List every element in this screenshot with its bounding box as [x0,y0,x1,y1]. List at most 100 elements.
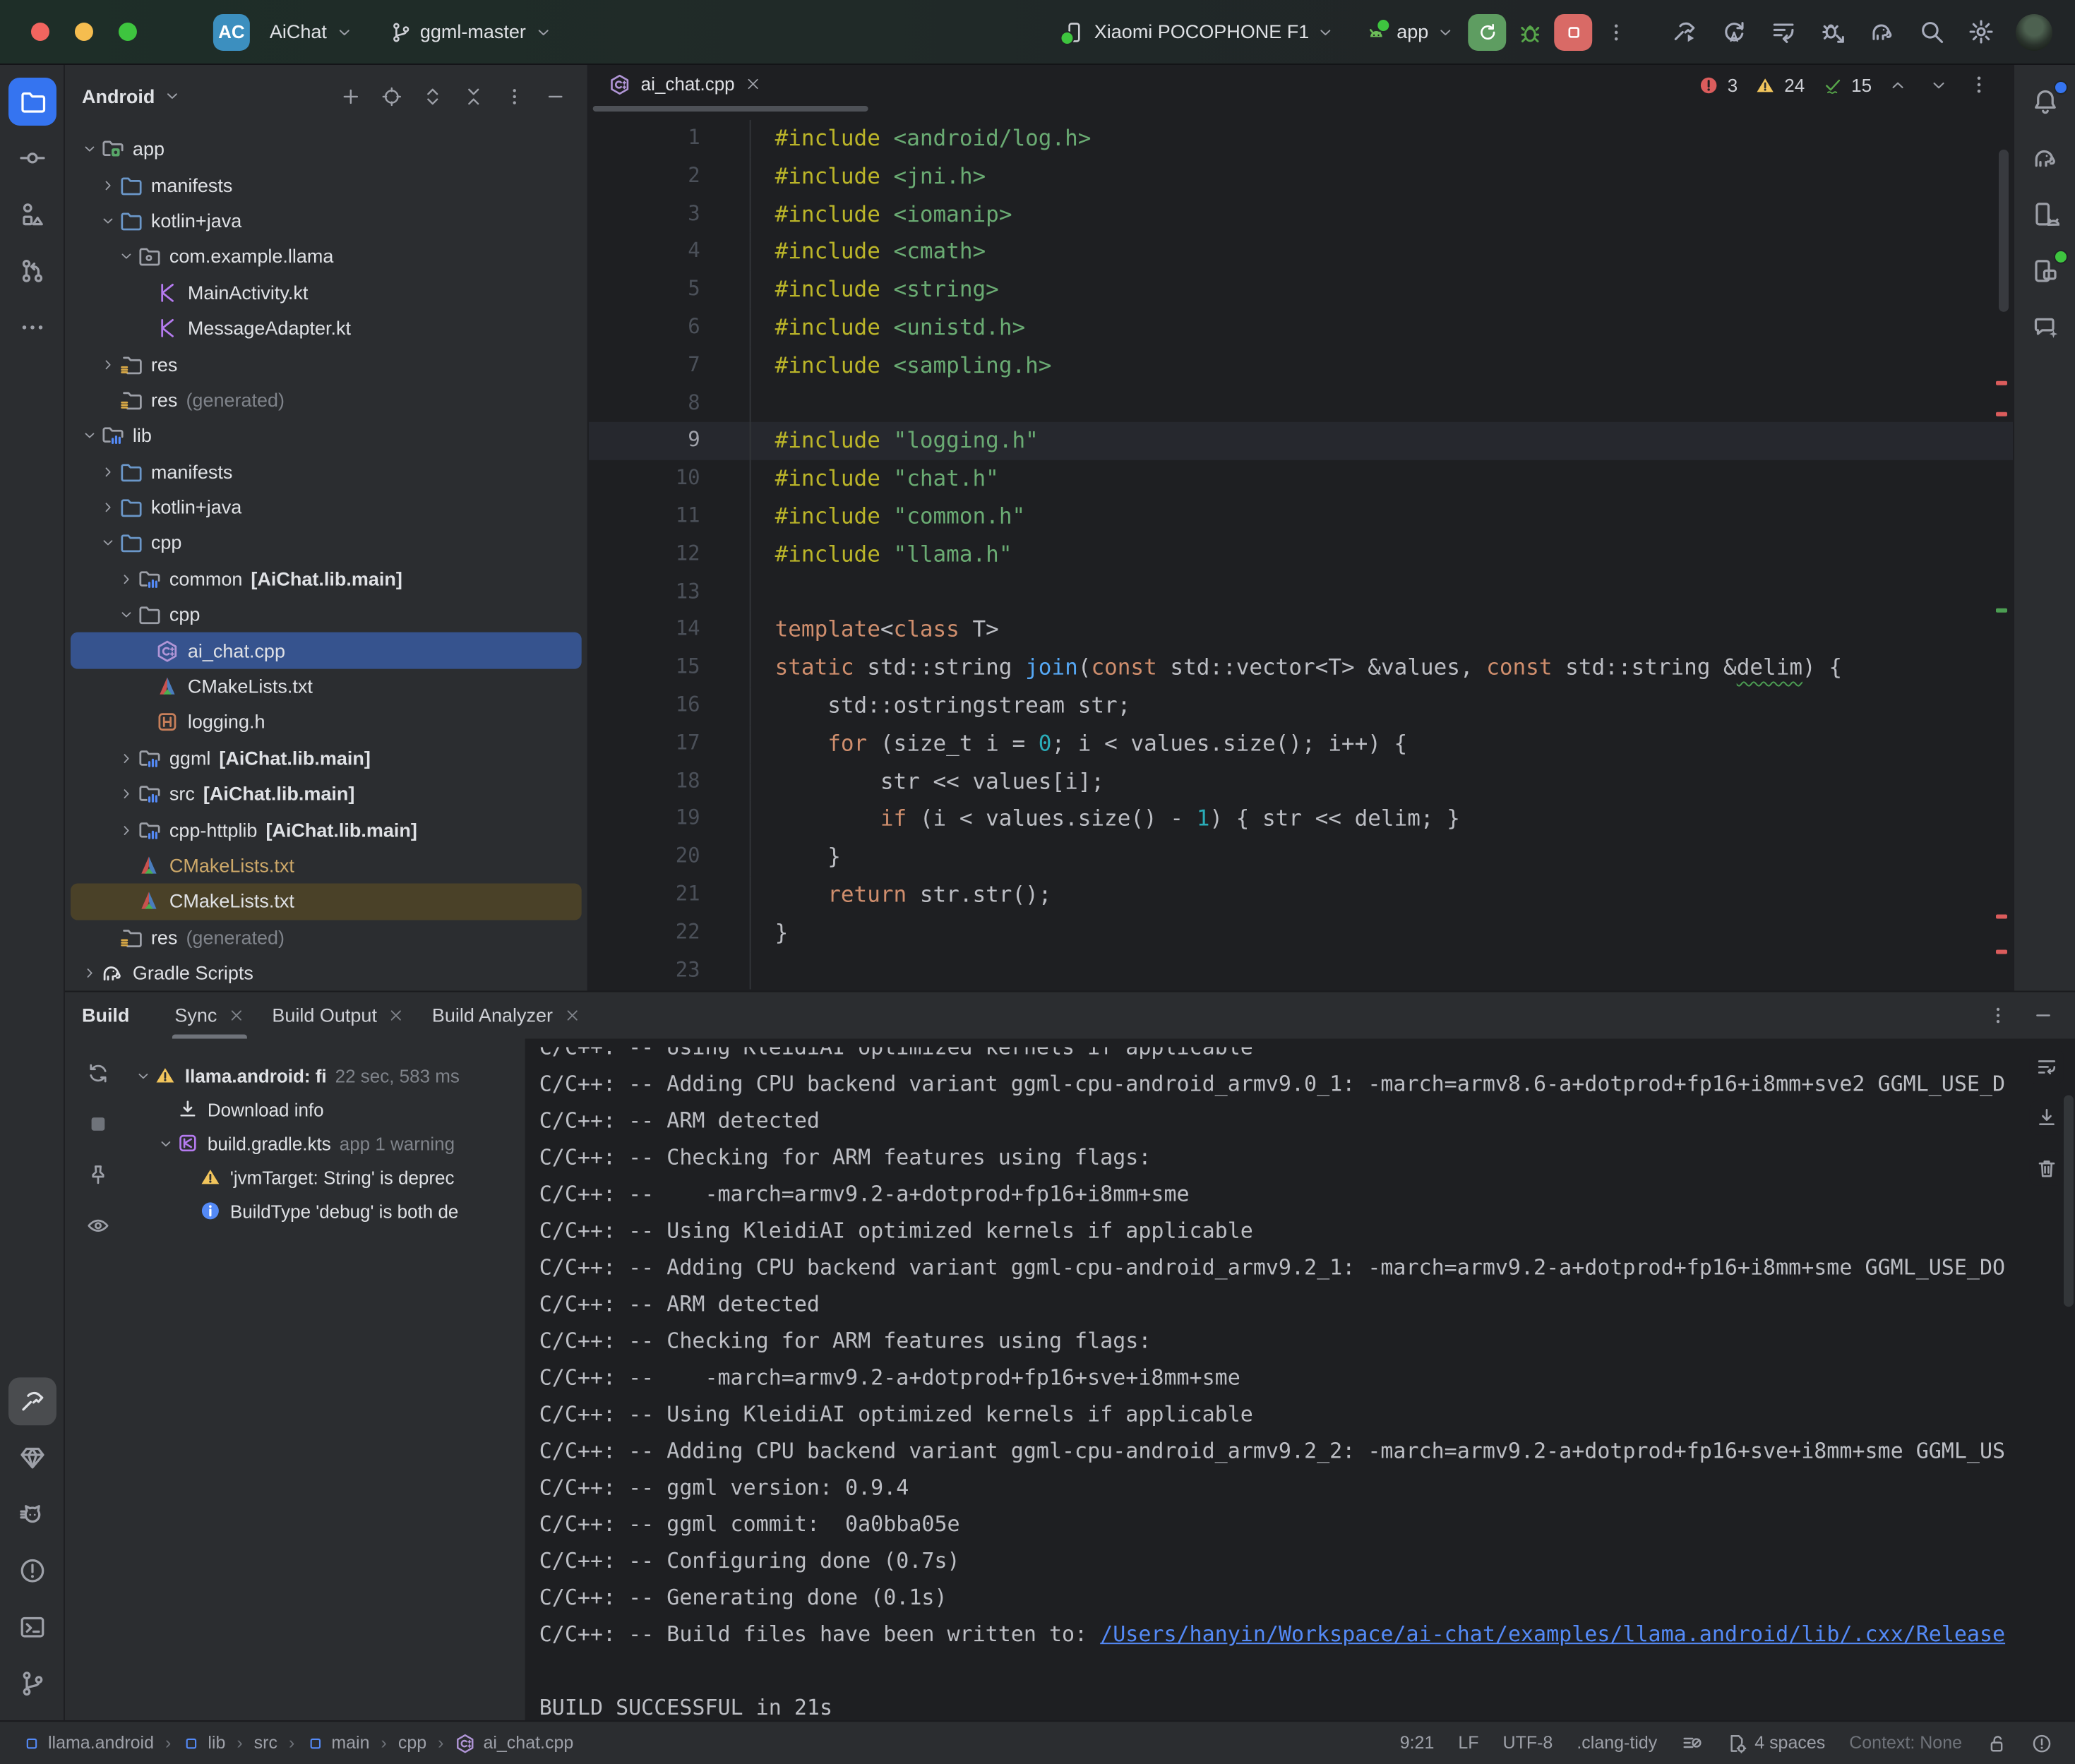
options-menu-button[interactable] [498,80,530,112]
collapse-arrow[interactable] [97,203,119,239]
notifications-button[interactable] [2021,78,2069,126]
code-line-7[interactable]: 7#include <sampling.h> [589,347,2013,385]
collapse-all-button[interactable] [458,80,489,112]
cursor-position[interactable]: 9:21 [1400,1733,1435,1753]
project-tool-button[interactable] [8,78,56,126]
add-button[interactable] [335,80,366,112]
expand-arrow[interactable] [97,347,119,383]
build-tree-item-jvmtarget-string-is-deprec[interactable]: 'jvmTarget: String' is deprec [130,1160,525,1194]
more-tool-windows-button[interactable] [8,304,56,352]
code-line-1[interactable]: 1#include <android/log.h> [589,120,2013,158]
expand-arrow[interactable] [116,740,137,776]
filter-messages-button[interactable] [78,1205,117,1244]
code-line-2[interactable]: 2#include <jni.h> [589,158,2013,196]
tree-item-cpp-httplib[interactable]: cpp-httplib[AiChat.lib.main] [71,812,582,848]
code-line-13[interactable]: 13 [589,574,2013,612]
debug-button[interactable] [1512,13,1548,50]
expand-arrow[interactable] [97,167,119,203]
structure-tool-button[interactable] [8,191,56,239]
code-line-4[interactable]: 4#include <cmath> [589,234,2013,272]
code-line-12[interactable]: 12#include "llama.h" [589,536,2013,574]
build-tree-item-llama-android-fi[interactable]: llama.android: fi22 sec, 583 ms [130,1058,525,1092]
code-style-config[interactable]: .clang-tidy [1577,1733,1657,1753]
build-tab-build-analyzer[interactable]: Build Analyzer [418,992,594,1039]
code-line-11[interactable]: 11#include "common.h" [589,498,2013,536]
logcat-button[interactable] [8,1490,56,1538]
version-control-button[interactable] [8,1660,56,1708]
code-line-8[interactable]: 8 [589,385,2013,423]
build-tab-build-output[interactable]: Build Output [258,992,418,1039]
stop-button[interactable] [1554,13,1592,50]
scroll-to-end-button[interactable] [2030,1100,2064,1134]
stop-sync-button[interactable] [78,1103,117,1143]
tree-item-gradle-scripts[interactable]: Gradle Scripts [71,955,582,990]
app-quality-insights-button[interactable] [8,1434,56,1482]
code-line-20[interactable]: 20 } [589,839,2013,877]
previous-problem-icon[interactable] [1889,76,1907,95]
problems-button[interactable] [8,1547,56,1595]
tree-item-manifests[interactable]: manifests [71,454,582,490]
tree-item-cpp[interactable]: cpp [71,525,582,561]
build-tab-sync[interactable]: Sync [160,992,258,1039]
collapse-arrow[interactable] [79,131,100,167]
settings-button[interactable] [1962,13,1999,50]
code-line-21[interactable]: 21 return str.str(); [589,876,2013,914]
collapse-arrow[interactable] [79,418,100,454]
collapse-arrow[interactable] [116,597,137,633]
lock-button[interactable] [1986,1732,2007,1753]
code-line-18[interactable]: 18 str << values[i]; [589,763,2013,801]
expand-arrow[interactable] [116,812,137,848]
code-line-6[interactable]: 6#include <unistd.h> [589,309,2013,347]
expand-arrow[interactable] [116,561,137,597]
tree-item-ggml[interactable]: ggml[AiChat.lib.main] [71,740,582,776]
close-tab-icon[interactable] [745,76,760,92]
tree-item-app[interactable]: app [71,131,582,167]
locate-file-button[interactable] [376,80,407,112]
tree-item-src[interactable]: src[AiChat.lib.main] [71,776,582,812]
code-line-5[interactable]: 5#include <string> [589,271,2013,309]
device-manager-button[interactable] [2021,191,2069,239]
expand-arrow[interactable] [116,776,137,812]
tree-item-manifests[interactable]: manifests [71,167,582,203]
tree-item-cpp[interactable]: cpp [71,597,582,633]
expand-arrow[interactable] [97,454,119,490]
close-tab-icon[interactable] [228,1008,244,1024]
terminal-button[interactable] [8,1603,56,1651]
tree-item-cmakelists-txt[interactable]: CMakeLists.txt [71,884,582,920]
search-everywhere-button[interactable] [1913,13,1949,50]
inspections-config-button[interactable] [1681,1732,1702,1753]
breadcrumb-lib[interactable]: lib [182,1733,225,1753]
breadcrumb-src[interactable]: src [254,1733,277,1753]
expand-arrow[interactable] [97,490,119,526]
device-selector[interactable]: Xiaomi POCOPHONE F1 [1055,15,1343,49]
collapse-arrow[interactable] [155,1135,177,1151]
attach-debugger-button[interactable] [1814,13,1850,50]
zoom-window-button[interactable] [119,23,137,41]
project-selector[interactable]: AiChat [261,16,361,48]
gradle-sync-button[interactable] [1863,13,1900,50]
code-line-9[interactable]: 9#include "logging.h" [589,423,2013,461]
breadcrumb-ai-chat-cpp[interactable]: ai_chat.cpp [455,1732,573,1753]
breadcrumb-main[interactable]: main [306,1733,369,1753]
collapse-arrow[interactable] [116,239,137,275]
rerun-button[interactable] [1468,13,1506,50]
tree-item-com-example-llama[interactable]: com.example.llama [71,239,582,275]
error-stripe-mark[interactable] [1996,381,2007,385]
code-line-10[interactable]: 10#include "chat.h" [589,460,2013,498]
build-button[interactable] [1666,13,1702,50]
code-line-23[interactable]: 23 [589,952,2013,990]
tree-item-ai-chat-cpp[interactable]: ai_chat.cpp [71,633,582,669]
more-run-actions-button[interactable] [1598,13,1634,50]
code-line-17[interactable]: 17 for (size_t i = 0; i < values.size();… [589,725,2013,763]
tree-item-kotlin-java[interactable]: kotlin+java [71,490,582,526]
gradle-tool-button[interactable] [2021,134,2069,182]
project-view-selector[interactable]: Android [82,85,155,107]
editor-horizontal-scrollbar[interactable] [589,103,2013,114]
console-scrollbar[interactable] [2064,1095,2074,1307]
file-encoding[interactable]: UTF-8 [1503,1733,1553,1753]
build-console[interactable]: C/C++: -- Using KleidiAI optimized kerne… [525,1038,2075,1720]
error-stripe-mark[interactable] [1996,950,2007,954]
tree-item-messageadapter-kt[interactable]: MessageAdapter.kt [71,311,582,347]
tree-item-res[interactable]: res(generated) [71,382,582,418]
tree-item-mainactivity-kt[interactable]: MainActivity.kt [71,275,582,311]
